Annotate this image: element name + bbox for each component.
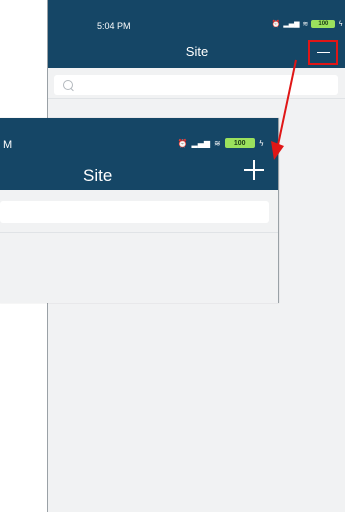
battery-icon: 100 (224, 138, 255, 148)
wifi-icon: ≋ (302, 20, 309, 28)
divider (0, 232, 278, 233)
status-time: 5:04 PM (97, 21, 131, 31)
battery-icon: 100 (311, 20, 336, 28)
alarm-icon: ⏰ (177, 138, 188, 148)
search-input[interactable] (54, 75, 338, 95)
add-button[interactable] (244, 160, 264, 180)
app-header-zoomed: M ⏰ ▂▄▆ ≋ 100 ϟ Site (0, 118, 278, 190)
search-icon (63, 80, 73, 90)
status-time-fragment: M (3, 139, 13, 151)
status-bar-icons-zoomed: ⏰ ▂▄▆ ≋ 100 ϟ (178, 138, 264, 148)
zoomed-phone-screenshot: M ⏰ ▂▄▆ ≋ 100 ϟ Site (0, 118, 279, 303)
charging-icon: ϟ (258, 138, 264, 148)
alarm-icon: ⏰ (271, 20, 281, 28)
collapse-button[interactable] (308, 40, 338, 65)
search-input-zoomed[interactable] (0, 201, 269, 223)
page-title: Site (185, 44, 209, 59)
app-header: 5:04 PM ⏰ ▂▄▆ ≋ 100 ϟ Site (48, 0, 345, 68)
divider (48, 98, 345, 99)
signal-icon: ▂▄▆ (191, 138, 211, 148)
charging-icon: ϟ (338, 20, 343, 28)
minus-icon (316, 51, 330, 54)
status-bar-icons: ⏰ ▂▄▆ ≋ 100 ϟ (272, 20, 343, 28)
page-title-zoomed: Site (83, 166, 113, 185)
wifi-icon: ≋ (214, 138, 221, 148)
signal-icon: ▂▄▆ (283, 20, 300, 28)
